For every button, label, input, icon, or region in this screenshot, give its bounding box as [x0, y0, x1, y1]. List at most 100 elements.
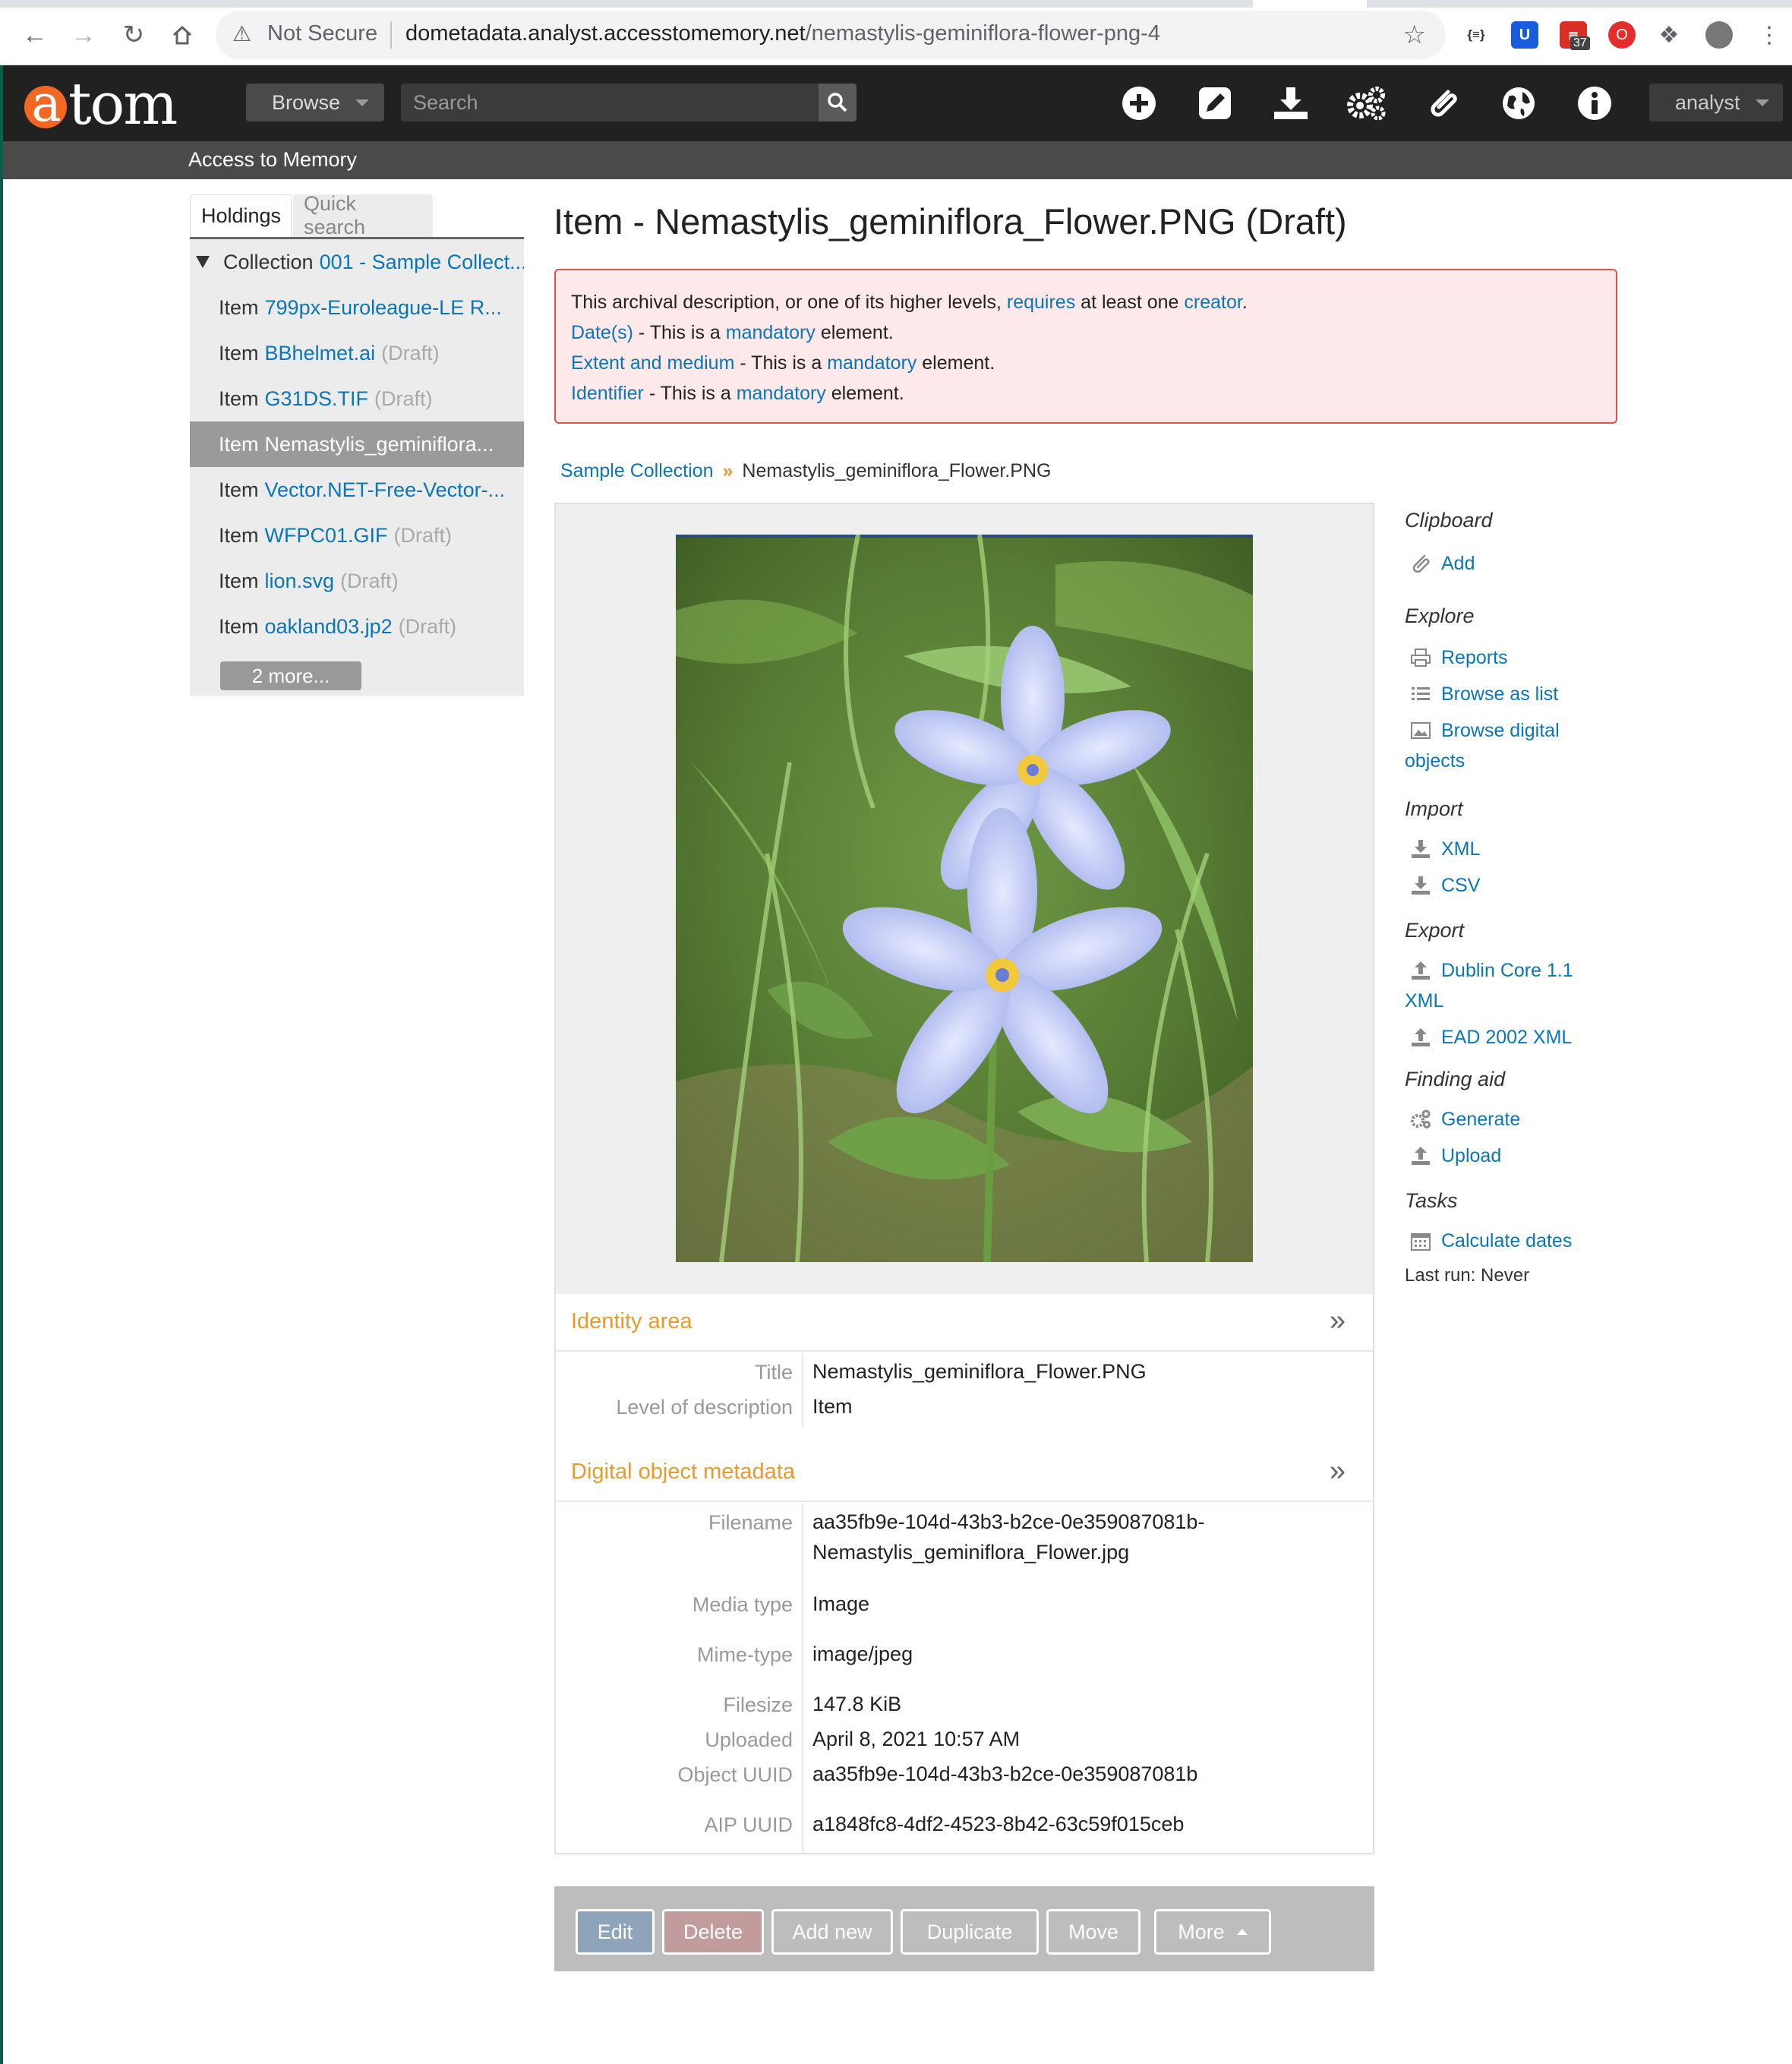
- error-line: Identifier - This is a mandatory element…: [571, 383, 904, 404]
- field-label: Mime-type: [696, 1643, 793, 1666]
- add-new-button[interactable]: Add new: [771, 1909, 893, 1955]
- gears-icon: [1411, 1109, 1431, 1128]
- error-line: Date(s) - This is a mandatory element.: [571, 322, 894, 343]
- site-name[interactable]: Access to Memory: [188, 148, 357, 172]
- chevron-down-icon: [1755, 99, 1769, 106]
- tree-item-title[interactable]: 799px-Euroleague-LE R...: [265, 296, 502, 320]
- requires-link[interactable]: requires: [1007, 292, 1075, 313]
- download-icon: [1412, 876, 1430, 895]
- browse-digital-objects-link[interactable]: Browse digital: [1409, 715, 1560, 746]
- browse-as-list-link[interactable]: Browse as list: [1409, 679, 1558, 709]
- browse-label: Browse: [272, 90, 341, 114]
- double-chevron-icon[interactable]: »: [1330, 1305, 1346, 1337]
- browse-menu-button[interactable]: Browse: [246, 84, 384, 122]
- tree-item-title[interactable]: oakland03.jp2: [265, 615, 393, 639]
- bookmark-star-icon[interactable]: ☆: [1403, 20, 1426, 50]
- import-download-icon[interactable]: [1268, 80, 1314, 126]
- tab-quick-search[interactable]: Quick search: [293, 192, 433, 238]
- field-label: Level of description: [616, 1396, 793, 1419]
- edit-icon[interactable]: [1192, 80, 1238, 126]
- tree-item-title[interactable]: Nemastylis_geminiflora...: [265, 433, 494, 456]
- calculate-dates-link[interactable]: Calculate dates: [1409, 1226, 1572, 1256]
- field-label: Filename: [708, 1511, 793, 1534]
- flower-image[interactable]: [676, 535, 1253, 1262]
- tree-item-title[interactable]: G31DS.TIF: [265, 387, 369, 411]
- search-button[interactable]: [819, 84, 857, 122]
- draft-label: (Draft): [393, 523, 453, 547]
- profile-avatar[interactable]: [1705, 21, 1733, 49]
- mandatory-link[interactable]: mandatory: [726, 322, 816, 343]
- tree-item-title[interactable]: BBhelmet.ai: [265, 342, 376, 365]
- export-dublin-core-link-cont[interactable]: XML: [1405, 986, 1443, 1016]
- digital-object-title: Digital object metadata: [571, 1460, 795, 1484]
- forward-icon[interactable]: →: [65, 17, 102, 53]
- clipboard-paperclip-icon[interactable]: [1420, 80, 1465, 126]
- delete-button[interactable]: Delete: [662, 1909, 764, 1955]
- tree-item[interactable]: Item lion.svg (Draft): [190, 558, 524, 604]
- extent-field-link[interactable]: Extent and medium: [571, 352, 734, 374]
- tree-item[interactable]: Item Vector.NET-Free-Vector-...: [190, 467, 524, 513]
- breadcrumb-parent-link[interactable]: Sample Collection: [560, 460, 714, 481]
- home-icon[interactable]: [164, 17, 200, 53]
- globe-icon[interactable]: [1496, 80, 1541, 126]
- gears-icon[interactable]: [1344, 80, 1390, 126]
- more-items-button[interactable]: 2 more...: [220, 661, 361, 690]
- identity-area-header[interactable]: Identity area »: [556, 1294, 1373, 1352]
- image-icon: [1411, 722, 1431, 739]
- mandatory-link[interactable]: mandatory: [737, 383, 826, 404]
- identifier-field-link[interactable]: Identifier: [571, 383, 644, 404]
- field-value: Image: [812, 1592, 870, 1615]
- extensions-puzzle-icon[interactable]: ❖: [1655, 21, 1683, 49]
- double-chevron-icon[interactable]: »: [1330, 1455, 1346, 1488]
- tree-item[interactable]: Item WFPC01.GIF (Draft): [190, 513, 524, 558]
- generate-finding-aid-link[interactable]: Generate: [1409, 1104, 1520, 1135]
- tree-item[interactable]: Item G31DS.TIF (Draft): [190, 376, 524, 421]
- tree-item-title[interactable]: lion.svg: [265, 570, 335, 593]
- address-bar[interactable]: ⚠ Not Secure dometadata.analyst.accessto…: [216, 11, 1446, 59]
- import-csv-link[interactable]: CSV: [1409, 870, 1480, 901]
- tree-item[interactable]: Item 799px-Euroleague-LE R...: [190, 285, 524, 330]
- search-input[interactable]: Search: [401, 84, 819, 122]
- dates-field-link[interactable]: Date(s): [571, 322, 633, 343]
- tree-item-title[interactable]: WFPC01.GIF: [265, 524, 388, 548]
- mandatory-link[interactable]: mandatory: [827, 352, 917, 374]
- tab-holdings[interactable]: Holdings: [190, 194, 292, 237]
- json-extension-icon[interactable]: {≡}: [1462, 21, 1490, 49]
- tree-item-title[interactable]: Vector.NET-Free-Vector-...: [265, 478, 506, 502]
- reports-link[interactable]: Reports: [1409, 642, 1508, 673]
- more-button[interactable]: More: [1154, 1909, 1271, 1955]
- move-button[interactable]: Move: [1046, 1909, 1141, 1955]
- link-label: Upload: [1441, 1145, 1502, 1166]
- info-icon[interactable]: [1572, 80, 1617, 126]
- add-icon[interactable]: [1116, 80, 1162, 126]
- tree-item-selected[interactable]: Item Nemastylis_geminiflora...: [190, 421, 524, 467]
- duplicate-button[interactable]: Duplicate: [901, 1909, 1039, 1955]
- creator-link[interactable]: creator: [1184, 292, 1241, 313]
- export-dublin-core-link[interactable]: Dublin Core 1.1: [1409, 955, 1573, 986]
- link-label: Browse as list: [1441, 683, 1559, 705]
- menu-kebab-icon[interactable]: ⋮: [1756, 21, 1783, 49]
- tree-item[interactable]: Item oakland03.jp2 (Draft): [190, 604, 524, 649]
- user-menu-button[interactable]: analyst: [1649, 84, 1783, 122]
- upload-finding-aid-link[interactable]: Upload: [1409, 1141, 1501, 1171]
- tree-item-collection[interactable]: Collection 001 - Sample Collect...: [190, 239, 524, 285]
- browse-digital-objects-link-cont[interactable]: objects: [1405, 746, 1465, 776]
- link-label: CSV: [1441, 875, 1481, 896]
- atom-logo[interactable]: a tom: [24, 70, 178, 137]
- link-label: Add: [1441, 553, 1475, 574]
- back-icon[interactable]: ←: [17, 17, 53, 53]
- clipboard-add-link[interactable]: Add: [1409, 548, 1475, 579]
- link-label: Generate: [1441, 1109, 1521, 1130]
- draft-label: (Draft): [374, 387, 433, 410]
- import-xml-link[interactable]: XML: [1409, 834, 1480, 864]
- opera-extension-icon[interactable]: O: [1608, 21, 1636, 49]
- bitwarden-icon[interactable]: U: [1511, 21, 1538, 49]
- expand-triangle-icon[interactable]: [196, 256, 210, 268]
- tree-item[interactable]: Item BBhelmet.ai (Draft): [190, 330, 524, 376]
- edit-button[interactable]: Edit: [576, 1909, 655, 1955]
- export-ead-link[interactable]: EAD 2002 XML: [1409, 1022, 1572, 1053]
- link-label: Reports: [1441, 647, 1508, 668]
- reload-icon[interactable]: ↻: [115, 17, 152, 53]
- digital-object-header[interactable]: Digital object metadata »: [556, 1444, 1373, 1502]
- tree-item-title[interactable]: 001 - Sample Collect...: [320, 251, 524, 274]
